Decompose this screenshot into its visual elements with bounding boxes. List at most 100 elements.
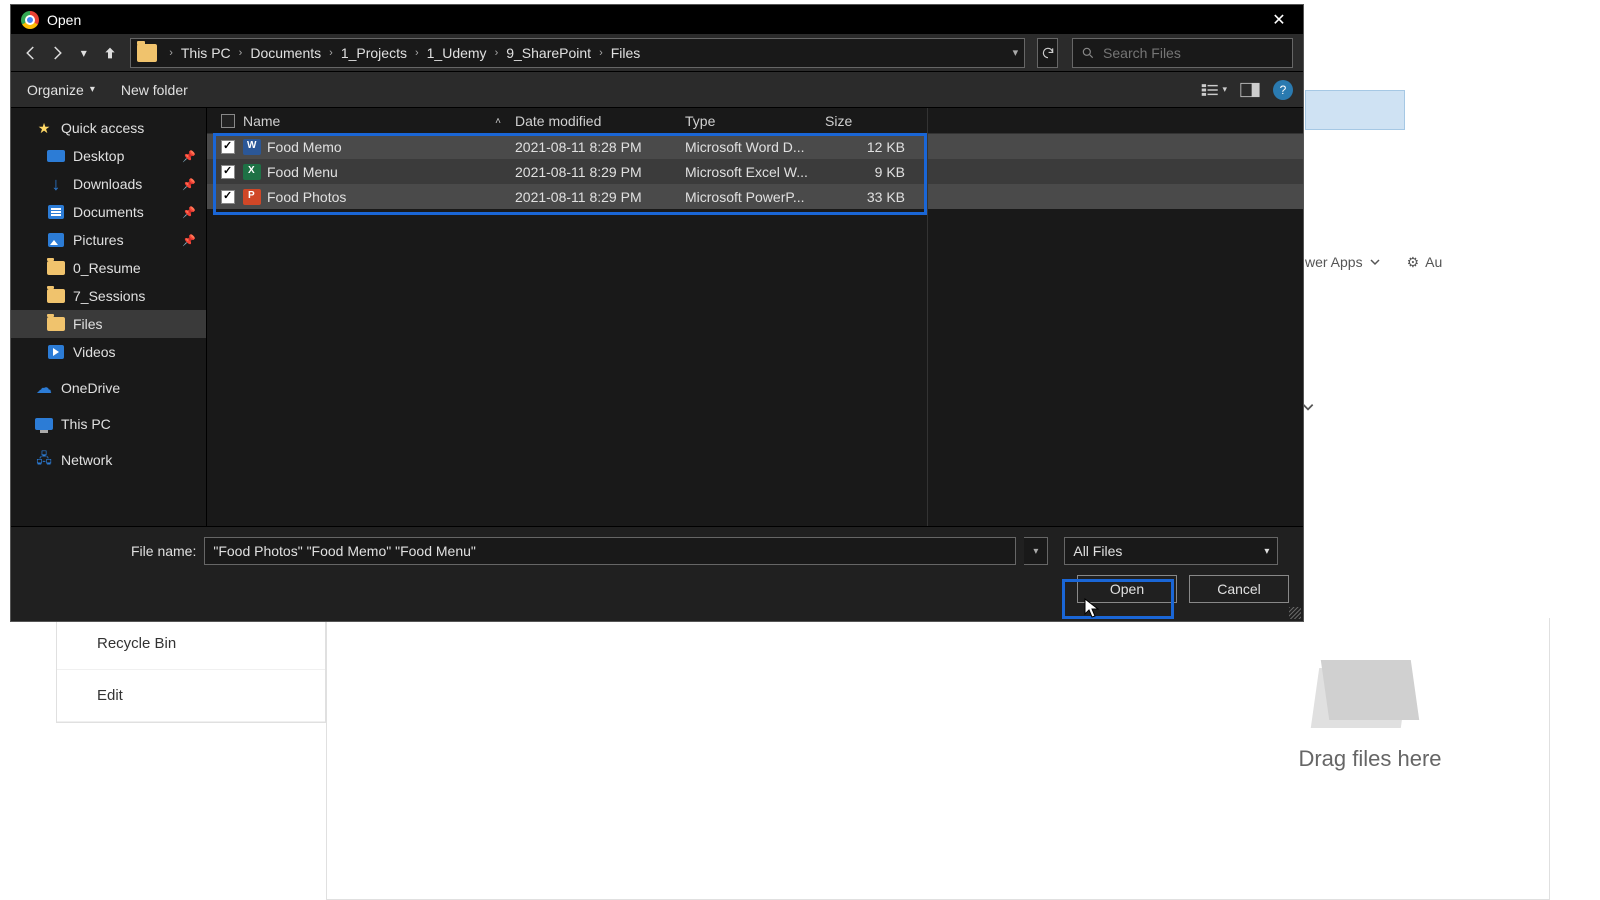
- column-size[interactable]: Size: [825, 113, 915, 129]
- chevron-right-icon: ›: [237, 47, 245, 59]
- breadcrumb-udemy[interactable]: 1_Udemy: [423, 45, 491, 61]
- file-date: 2021-08-11 8:29 PM: [515, 164, 685, 180]
- up-button[interactable]: [100, 39, 120, 67]
- folder-icon: [47, 261, 65, 275]
- dialog-title: Open: [47, 12, 81, 28]
- nav-desktop[interactable]: Desktop 📌: [11, 142, 206, 170]
- row-checkbox[interactable]: [221, 165, 235, 179]
- back-button[interactable]: [21, 39, 41, 67]
- nav-onedrive[interactable]: ☁ OneDrive: [11, 374, 206, 402]
- file-type: Microsoft Excel W...: [685, 164, 825, 180]
- drag-files-label: Drag files here: [1298, 746, 1441, 772]
- sharepoint-left-nav: Recycle Bin Edit: [56, 618, 326, 723]
- breadcrumb-projects[interactable]: 1_Projects: [337, 45, 411, 61]
- nav-videos[interactable]: Videos: [11, 338, 206, 366]
- nav-files[interactable]: Files: [11, 310, 206, 338]
- search-box[interactable]: [1072, 38, 1293, 68]
- desktop-icon: [47, 150, 65, 162]
- toolbar: Organize ▾ New folder ▾ ?: [11, 72, 1303, 108]
- column-name[interactable]: Name ˄: [243, 113, 515, 129]
- filename-history-dropdown[interactable]: ▾: [1024, 537, 1048, 565]
- search-icon: [1081, 46, 1095, 60]
- chrome-icon: [21, 11, 39, 29]
- organize-menu[interactable]: Organize ▾: [21, 78, 101, 102]
- filename-input[interactable]: [204, 537, 1016, 565]
- powerpoint-icon: [243, 189, 261, 205]
- pin-icon: 📌: [182, 234, 196, 247]
- nav-quick-access[interactable]: ★ Quick access: [11, 114, 206, 142]
- col-label: Name: [243, 113, 280, 129]
- file-row[interactable]: Food Photos 2021-08-11 8:29 PM Microsoft…: [207, 184, 1303, 209]
- nav-label: Downloads: [73, 176, 142, 192]
- organize-label: Organize: [27, 82, 84, 98]
- breadcrumb-dropdown[interactable]: ▾: [1013, 46, 1019, 59]
- forward-button[interactable]: [47, 39, 67, 67]
- search-input[interactable]: [1103, 45, 1284, 61]
- file-name: Food Memo: [267, 139, 342, 155]
- file-type: Microsoft Word D...: [685, 139, 825, 155]
- file-list: Name ˄ Date modified Type Size Food Memo…: [207, 108, 1303, 526]
- help-button[interactable]: ?: [1273, 80, 1293, 100]
- nav-label: Files: [73, 316, 103, 332]
- dialog-titlebar: Open ✕: [11, 5, 1303, 34]
- recent-dropdown[interactable]: ▾: [74, 39, 94, 67]
- breadcrumb-bar[interactable]: › This PC › Documents › 1_Projects › 1_U…: [130, 38, 1025, 68]
- column-headers: Name ˄ Date modified Type Size: [207, 108, 1303, 134]
- filename-label: File name:: [131, 543, 196, 559]
- file-row[interactable]: Food Menu 2021-08-11 8:29 PM Microsoft E…: [207, 159, 1303, 184]
- nav-documents[interactable]: Documents 📌: [11, 198, 206, 226]
- pc-icon: [35, 418, 53, 430]
- nav-this-pc[interactable]: This PC: [11, 410, 206, 438]
- nav-resume[interactable]: 0_Resume: [11, 254, 206, 282]
- breadcrumb-sharepoint[interactable]: 9_SharePoint: [502, 45, 595, 61]
- nav-downloads[interactable]: ↓ Downloads 📌: [11, 170, 206, 198]
- nav-label: Network: [61, 452, 112, 468]
- new-folder-button[interactable]: New folder: [115, 78, 194, 102]
- breadcrumb-files[interactable]: Files: [607, 45, 645, 61]
- nav-label: Desktop: [73, 148, 124, 164]
- sort-up-icon: ˄: [495, 116, 501, 127]
- navigation-pane: ★ Quick access Desktop 📌 ↓ Downloads 📌 D…: [11, 108, 207, 526]
- breadcrumb-documents[interactable]: Documents: [246, 45, 325, 61]
- folder-icon: [47, 289, 65, 303]
- view-mode-button[interactable]: ▾: [1201, 79, 1227, 101]
- resize-grip[interactable]: [1289, 607, 1301, 619]
- close-button[interactable]: ✕: [1259, 6, 1299, 34]
- file-type-filter[interactable]: All Files ▾: [1064, 537, 1278, 565]
- sp-nav-edit: Edit: [57, 670, 325, 722]
- row-checkbox[interactable]: [221, 190, 235, 204]
- preview-pane-button[interactable]: [1237, 79, 1263, 101]
- pictures-icon: [48, 233, 64, 247]
- pin-icon: 📌: [182, 206, 196, 219]
- file-open-dialog: Open ✕ ▾ › This PC › Documents › 1_Proje…: [10, 4, 1304, 622]
- nav-pictures[interactable]: Pictures 📌: [11, 226, 206, 254]
- pin-icon: 📌: [182, 178, 196, 191]
- nav-label: OneDrive: [61, 380, 120, 396]
- chevron-right-icon: ›: [493, 47, 501, 59]
- file-row[interactable]: Food Memo 2021-08-11 8:28 PM Microsoft W…: [207, 134, 1303, 159]
- column-type[interactable]: Type: [685, 113, 825, 129]
- folder-icon: [47, 317, 65, 331]
- file-name: Food Photos: [267, 189, 346, 205]
- documents-icon: [48, 205, 64, 219]
- background-ribbon-fragment: wer Apps ⚙ Au: [1305, 250, 1550, 274]
- row-checkbox[interactable]: [221, 140, 235, 154]
- nav-sessions[interactable]: 7_Sessions: [11, 282, 206, 310]
- column-date[interactable]: Date modified: [515, 113, 685, 129]
- file-name: Food Menu: [267, 164, 338, 180]
- downloads-icon: ↓: [47, 176, 65, 192]
- breadcrumb-this-pc[interactable]: This PC: [177, 45, 235, 61]
- folder-open-icon: [1315, 648, 1425, 728]
- cancel-button[interactable]: Cancel: [1189, 575, 1289, 603]
- nav-network[interactable]: 🖧 Network: [11, 446, 206, 474]
- file-size: 12 KB: [825, 139, 915, 155]
- refresh-button[interactable]: [1037, 38, 1058, 68]
- file-size: 9 KB: [825, 164, 915, 180]
- excel-icon: [243, 164, 261, 180]
- nav-label: Documents: [73, 204, 144, 220]
- cloud-icon: ☁: [35, 380, 53, 396]
- nav-label: 0_Resume: [73, 260, 141, 276]
- dialog-footer: File name: ▾ All Files ▾ Open Cancel: [11, 526, 1303, 621]
- select-all-checkbox[interactable]: [221, 114, 235, 128]
- nav-label: Pictures: [73, 232, 124, 248]
